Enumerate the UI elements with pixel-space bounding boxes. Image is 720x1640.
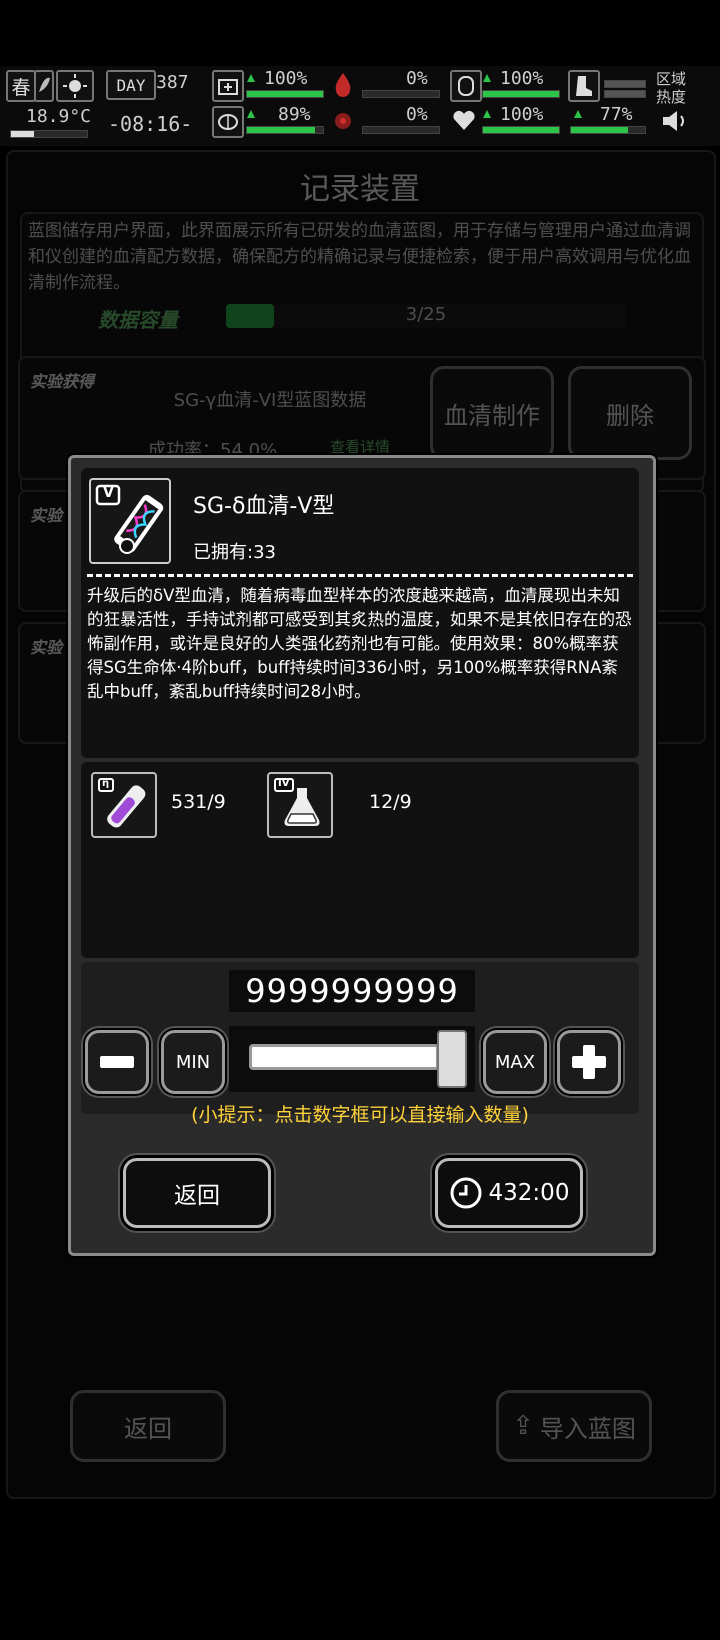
serum-item-icon: V <box>89 478 171 564</box>
decrease-button[interactable] <box>85 1030 149 1094</box>
upload-icon: ⇪ <box>512 1411 534 1441</box>
virus-bar <box>362 126 440 134</box>
virus-icon <box>330 106 356 140</box>
ingredient-2-count: 12/9 <box>369 791 412 813</box>
clock-icon <box>450 1177 482 1209</box>
sun-icon <box>56 70 94 102</box>
stomach-bar <box>482 90 560 98</box>
boot-icon <box>568 70 600 102</box>
slider-handle[interactable] <box>437 1030 467 1088</box>
ingredient-2-badge: IV <box>278 778 290 789</box>
health-value: 100% <box>264 68 308 89</box>
ingredient-2-icon: IV <box>267 772 333 838</box>
health-up-arrow <box>247 74 255 82</box>
capacity-value: 3/25 <box>405 304 447 325</box>
brain-value: 89% <box>278 104 311 125</box>
stomach-up-arrow <box>483 74 491 82</box>
stamina-bar-top <box>604 80 646 88</box>
brain-up-arrow <box>247 110 255 118</box>
entry-details-link[interactable]: 查看详情 <box>330 436 390 457</box>
import-blueprint-label: 导入蓝图 <box>539 1414 636 1443</box>
capacity-label: 数据容量 <box>98 308 178 332</box>
entry-name: SG-γ血清-VI型蓝图数据 <box>173 390 367 411</box>
slider-track <box>249 1044 439 1070</box>
plus-icon <box>572 1045 606 1079</box>
page-description: 蓝图储存用户界面，此界面展示所有已研发的血清蓝图，用于存储与管理用户通过血清调和… <box>28 221 691 293</box>
blood-value: 0% <box>406 68 428 89</box>
stamina-bar <box>604 90 646 98</box>
serum-craft-dialog: V SG-δ血清-V型 已拥有:33 升级后的δV型血清，随着病毒血型样本的浓度… <box>68 455 656 1256</box>
dialog-back-button[interactable]: 返回 <box>123 1158 271 1228</box>
region-heat-label: 区域热度 <box>656 70 687 106</box>
entry-tag-2: 实验 <box>30 506 63 525</box>
clock-time: -08:16- <box>108 112 193 136</box>
stamina-progress <box>570 126 646 134</box>
brain-bar <box>246 126 324 134</box>
season-badge: 春 <box>6 70 36 102</box>
leaf-icon <box>34 70 54 102</box>
item-description: 升级后的δV型血清，随着病毒血型样本的浓度越来越高，血清展现出未知的狂暴活性，手… <box>87 586 632 701</box>
temperature-bar <box>10 130 88 138</box>
import-blueprint-button[interactable]: ⇪ 导入蓝图 <box>496 1390 652 1462</box>
stomach-icon <box>450 70 482 102</box>
brain-icon <box>212 106 244 138</box>
item-tier-badge: V <box>103 485 114 501</box>
ingredients-panel <box>81 762 639 958</box>
heart-bar <box>482 126 560 134</box>
background-back-button[interactable]: 返回 <box>70 1390 226 1462</box>
heart-icon <box>450 106 478 138</box>
stomach-value: 100% <box>500 68 544 89</box>
ingredient-1-icon: η <box>91 772 157 838</box>
quantity-input[interactable]: 9999999999 <box>229 970 475 1012</box>
max-button[interactable]: MAX <box>483 1030 547 1094</box>
ingredient-1-count: 531/9 <box>171 791 226 813</box>
item-name: SG-δ血清-V型 <box>193 494 335 519</box>
page-title: 记录装置 <box>300 172 420 207</box>
entry-tag: 实验获得 <box>30 372 95 391</box>
health-bar <box>246 90 324 98</box>
day-number: 387 <box>156 72 189 93</box>
quantity-slider[interactable] <box>229 1026 475 1092</box>
temperature-readout: 18.9°C <box>26 106 92 127</box>
minus-icon <box>100 1056 134 1068</box>
serum-make-button[interactable]: 血清制作 <box>430 366 554 460</box>
min-button[interactable]: MIN <box>161 1030 225 1094</box>
owned-count: 已拥有:33 <box>193 542 276 563</box>
day-badge: DAY <box>106 70 156 100</box>
craft-timer-button[interactable]: 432:00 <box>435 1158 583 1228</box>
blood-drop-icon <box>330 70 356 104</box>
status-bar: 春 18.9°C DAY 387 -08:16- 100% 89% 0% 0% … <box>0 66 720 146</box>
ingredient-1-badge: η <box>102 778 110 789</box>
virus-value: 0% <box>406 104 428 125</box>
first-aid-icon <box>212 70 244 102</box>
speaker-icon[interactable] <box>660 108 688 138</box>
craft-time-value: 432:00 <box>488 1180 570 1206</box>
stamina-value: 77% <box>600 104 633 125</box>
increase-button[interactable] <box>557 1030 621 1094</box>
delete-button[interactable]: 删除 <box>568 366 692 460</box>
stamina-up-arrow <box>574 110 582 118</box>
dashed-divider <box>87 574 633 577</box>
blood-bar <box>362 90 440 98</box>
entry-tag-3: 实验 <box>30 638 63 657</box>
heart-value: 100% <box>500 104 544 125</box>
input-hint: (小提示：点击数字框可以直接输入数量) <box>191 1104 529 1126</box>
heart-up-arrow <box>483 110 491 118</box>
